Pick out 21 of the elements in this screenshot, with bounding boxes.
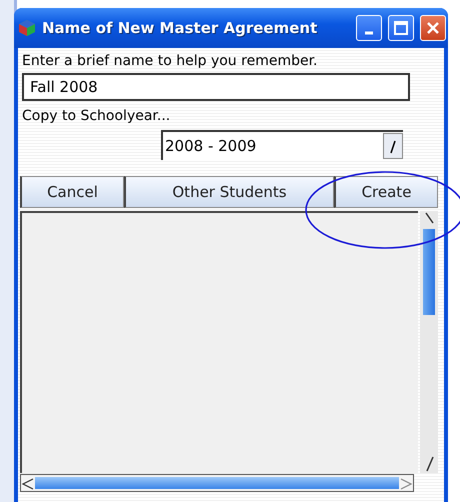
name-field[interactable]: Fall 2008 — [22, 73, 410, 101]
minimize-icon — [365, 31, 373, 35]
horizontal-scrollbar[interactable] — [20, 474, 414, 492]
cube-icon — [18, 19, 36, 37]
scroll-thumb[interactable] — [35, 477, 399, 489]
dialog-button[interactable]: Cancel — [20, 176, 124, 208]
close-icon — [426, 21, 440, 35]
prompt-text: Enter a brief name to help you remember. — [21, 52, 318, 71]
scroll-left-icon — [21, 476, 35, 490]
minimize-button[interactable] — [356, 15, 382, 41]
scroll-right-icon — [399, 476, 413, 490]
maximize-icon — [394, 21, 408, 35]
scroll-thumb[interactable] — [423, 229, 435, 315]
vertical-scrollbar[interactable] — [420, 211, 438, 473]
copy-label: Copy to Schoolyear... — [21, 107, 172, 126]
window-title: Name of New Master Agreement — [42, 19, 318, 37]
maximize-button[interactable] — [388, 15, 414, 41]
close-button[interactable] — [420, 15, 446, 41]
schoolyear-dropdown[interactable]: 2008 - 2009 — [161, 130, 403, 160]
dialog-button[interactable]: Create — [334, 176, 438, 208]
dialog-button[interactable]: Other Students — [124, 176, 334, 208]
